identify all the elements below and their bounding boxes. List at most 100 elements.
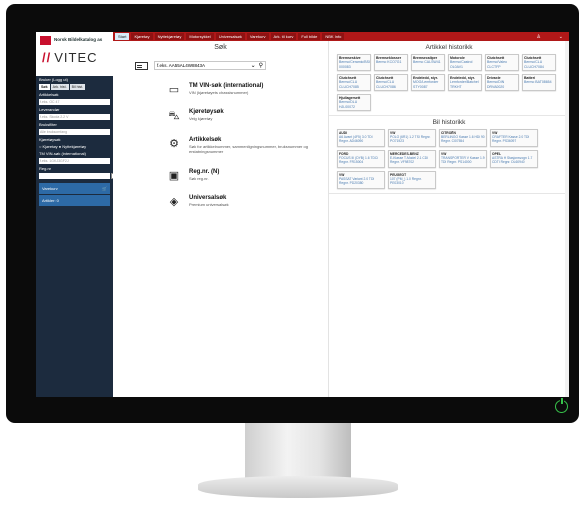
monitor-stand-base bbox=[198, 476, 398, 498]
history-item[interactable]: OPEL ASTRA H Stasjonsvogn 1.7 CDTI Regnr.… bbox=[490, 150, 538, 168]
history-item[interactable]: Bremseklosser Bermo KCO7G1 bbox=[374, 54, 408, 71]
history-item[interactable]: AUDI A6 Avant (4F5) 3.0 TDI Regnr. AD4609… bbox=[337, 129, 385, 147]
car-history-title: Bil historikk bbox=[432, 119, 466, 126]
history-item[interactable]: PEUGEOT 107 (PM_) 1.0 Regnr. PE03010 bbox=[388, 171, 436, 189]
tab-nyttekjoretoy[interactable]: Nyttekjøretøy bbox=[154, 33, 185, 40]
supplier-label: Leverandør bbox=[39, 107, 60, 112]
history-item-ref: Bermo/DLU HJL00072 bbox=[339, 100, 358, 109]
history-item-ref: Bermo CALSW41 bbox=[413, 60, 441, 65]
saved-articles-nav[interactable]: Artikler: 0 bbox=[39, 195, 110, 206]
history-item[interactable]: VW TRANSPORTER V Kasse 1.9 TDI Regnr. PS1… bbox=[439, 150, 487, 168]
history-item-ref: A6 Avant (4F5) 3.0 TDI Regnr. AD46090 bbox=[339, 135, 373, 144]
history-item-ref: ASTRA H Stasjonsvogn 1.7 CDTI Regnr. DL6… bbox=[492, 156, 533, 165]
cart-nav[interactable]: Varekurv 🛒 bbox=[39, 183, 110, 194]
vehicle-type-radios[interactable]: ○ Kjøretøy ● Nyttekjøretøy bbox=[36, 143, 113, 150]
tab-tools: ♙ ⌄ bbox=[536, 34, 569, 40]
search-icon[interactable]: ⚲ bbox=[259, 62, 263, 69]
chevron-down-icon[interactable]: ⌄ bbox=[559, 34, 563, 40]
tab-kjoretoy[interactable]: Kjøretøy bbox=[131, 33, 153, 40]
search-item-vehicle[interactable]: ⛍ Kjøretøysøk Velg kjøretøy bbox=[167, 109, 223, 123]
history-item[interactable]: Clutchsett Bermo/CLU CLUCH7085 bbox=[337, 74, 371, 91]
car-icon: ⛍ bbox=[168, 110, 180, 122]
history-item[interactable]: Drivaxle Bermo/DIN DRVA0020 bbox=[485, 74, 519, 91]
history-item[interactable]: VW PASSAT Variant 2.0 TDI Regnr. PD20380 bbox=[337, 171, 385, 189]
sidebar-tab-sok[interactable]: Søk bbox=[39, 84, 50, 90]
history-item[interactable]: Endeledd, styr. MOG/Lemforder STY0087 bbox=[411, 74, 445, 91]
regnr-label: Reg.nr bbox=[39, 166, 52, 171]
history-item-ref: POLO (6R1) 1.2 TSI Regnr. PO71923 bbox=[390, 135, 431, 144]
plate-icon: ▣ bbox=[168, 170, 180, 182]
search-item-article[interactable]: ⚙ Artikkelsøk Søk for artikkelnummer, sam… bbox=[167, 137, 309, 154]
history-item-ref: 107 (PM_) 1.0 Regnr. PE03010 bbox=[390, 177, 422, 186]
history-item[interactable]: VW POLO (6R1) 1.2 TSI Regnr. PO71923 bbox=[388, 129, 436, 147]
part-icon: ⚙ bbox=[169, 138, 179, 150]
supplier-input[interactable]: f.eks. Skoda 2.2 V bbox=[39, 114, 110, 120]
monitor-bezel: Norsk Bildelkatalog as //VITEC Bruker (L… bbox=[6, 4, 579, 423]
history-item-ref: Bermo/CLU CLUCH7084 bbox=[524, 60, 544, 69]
history-item[interactable]: Bremseskive Bermo/Ceramic/BSI 000083 bbox=[337, 54, 371, 71]
history-item-ref: Bermo BAT08654 bbox=[524, 80, 552, 85]
usage-filter-label: Bruksfilter bbox=[39, 122, 57, 127]
universal-icon: ◈ bbox=[169, 196, 179, 208]
search-pane: Søk f.eks. AA55AL4W8843A ⌄ ⚲ ▭ TM VIN-søk… bbox=[113, 41, 329, 397]
sidebar-tab-bil-hist[interactable]: Bil hist. bbox=[69, 84, 86, 90]
vehicle-search-label: Kjøretøysøk bbox=[39, 137, 61, 142]
tab-full-bilde[interactable]: Full bilde bbox=[298, 33, 321, 40]
vitec-logo: //VITEC bbox=[42, 50, 98, 65]
id-card-icon[interactable] bbox=[135, 61, 148, 70]
user-icon[interactable]: ♙ bbox=[536, 34, 540, 40]
sidebar-tab-ark-hist[interactable]: Ark. hist. bbox=[50, 84, 69, 90]
history-item-ref: Bermo/DIN DRVA0020 bbox=[487, 80, 505, 89]
tab-ark-til-kurv[interactable]: Ark. til kurv bbox=[270, 33, 297, 40]
history-item[interactable]: Batteri Bermo BAT08654 bbox=[522, 74, 556, 91]
history-item[interactable]: Bremsecaliper Bermo CALSW41 bbox=[411, 54, 445, 71]
history-item-ref: CRAFTER Kasse 2.0 TDI Regnr. PS36097 bbox=[492, 135, 530, 144]
tab-motorsykkel[interactable]: Motorsykkel bbox=[186, 33, 214, 40]
history-item[interactable]: Clutchsett Bermo/CLU CLUCH7084 bbox=[522, 54, 556, 71]
tab-universalsok[interactable]: Universalsøk bbox=[215, 33, 245, 40]
history-item-ref: TRANSPORTER V Kasse 1.9 TDI Regnr. PS140… bbox=[441, 156, 485, 165]
tab-varekurv[interactable]: Varekurv bbox=[246, 33, 269, 40]
history-pane: Artikkel historikk Bremseskive Bermo/Cera… bbox=[329, 41, 569, 397]
tab-nbk-info[interactable]: NBK Info bbox=[322, 33, 345, 40]
search-item-universal[interactable]: ◈ Universalsøk Premium universalsøk bbox=[167, 195, 229, 209]
user-link[interactable]: Bruker (Logg ut) bbox=[36, 76, 113, 83]
history-item[interactable]: Motorole Bermo/Castrol OL0AV1 bbox=[448, 54, 482, 71]
usage-filter-select[interactable]: Alle bruksomfang bbox=[39, 129, 110, 135]
history-item-ref: PASSAT Variant 2.0 TDI Regnr. PD20380 bbox=[339, 177, 375, 186]
car-history: Bil historikk AUDI A6 Avant (4F5) 3.0 TDI… bbox=[329, 116, 569, 194]
history-item[interactable]: CITROËN BERLINGO Kasse 1.6 HDi 90 Regnr. … bbox=[439, 129, 487, 147]
sidebar-header: Norsk Bildelkatalog as //VITEC bbox=[36, 32, 113, 76]
vin-search-input[interactable]: f.eks. 1GKJ3GF2J bbox=[39, 158, 110, 164]
power-icon[interactable] bbox=[555, 398, 568, 413]
tab-bar: Start Kjøretøy Nyttekjøretøy Motorsykkel… bbox=[113, 32, 569, 41]
article-search-input[interactable]: f.eks. OC 47 bbox=[39, 99, 110, 105]
brand-text: Norsk Bildelkatalog as bbox=[54, 37, 103, 42]
history-item-ref: Bermo KCO7G1 bbox=[376, 60, 402, 65]
history-item-ref: Lemforder/Batchel TRKHT bbox=[450, 80, 479, 89]
history-item[interactable]: FORD FOCUS III (DYB) 1.6 TDCi Regnr. FR15… bbox=[337, 150, 385, 168]
article-history: Artikkel historikk Bremseskive Bermo/Cera… bbox=[329, 41, 569, 116]
history-item[interactable]: Hjullagersett Bermo/DLU HJL00072 bbox=[337, 94, 371, 111]
scrollbar[interactable] bbox=[565, 41, 569, 397]
article-history-title: Artikkel historikk bbox=[425, 44, 473, 51]
regnr-input[interactable] bbox=[39, 173, 117, 179]
globe-icon: ▭ bbox=[168, 84, 180, 96]
history-item-ref: FOCUS III (DYB) 1.6 TDCi Regnr. FR15004 bbox=[339, 156, 378, 165]
history-item[interactable]: MERCEDES-BENZ E-Klasse T-Model 2.1 CDI Re… bbox=[388, 150, 436, 168]
search-item-vin[interactable]: ▭ TM VIN-søk (international) VIN (kjøretø… bbox=[167, 83, 264, 97]
history-item[interactable]: Clutchsett Bermo/Valeo CLCTFP bbox=[485, 54, 519, 71]
article-search-label: Artikkelsøk bbox=[39, 92, 59, 97]
tab-start[interactable]: Start bbox=[115, 33, 130, 40]
history-item-ref: Bermo/Valeo CLCTFP bbox=[487, 60, 507, 69]
car-history-grid: AUDI A6 Avant (4F5) 3.0 TDI Regnr. AD4609… bbox=[337, 129, 561, 189]
history-item[interactable]: VW CRAFTER Kasse 2.0 TDI Regnr. PS36097 bbox=[490, 129, 538, 147]
sidebar-tabs: Søk Ark. hist. Bil hist. bbox=[36, 83, 113, 91]
history-item-ref: MOG/Lemforder STY0087 bbox=[413, 80, 439, 89]
chevron-down-icon[interactable]: ⌄ bbox=[251, 62, 256, 69]
history-item[interactable]: Clutchsett Bermo/CLU CLUCH7086 bbox=[374, 74, 408, 91]
search-item-regnr[interactable]: ▣ Reg.nr. (N) Søk reg.nr. bbox=[167, 169, 220, 183]
history-item[interactable]: Endeledd, styr. Lemforder/Batchel TRKHT bbox=[448, 74, 482, 91]
search-combo[interactable]: f.eks. AA55AL4W8843A ⌄ ⚲ bbox=[154, 61, 266, 70]
app-screen: Norsk Bildelkatalog as //VITEC Bruker (L… bbox=[36, 32, 569, 397]
